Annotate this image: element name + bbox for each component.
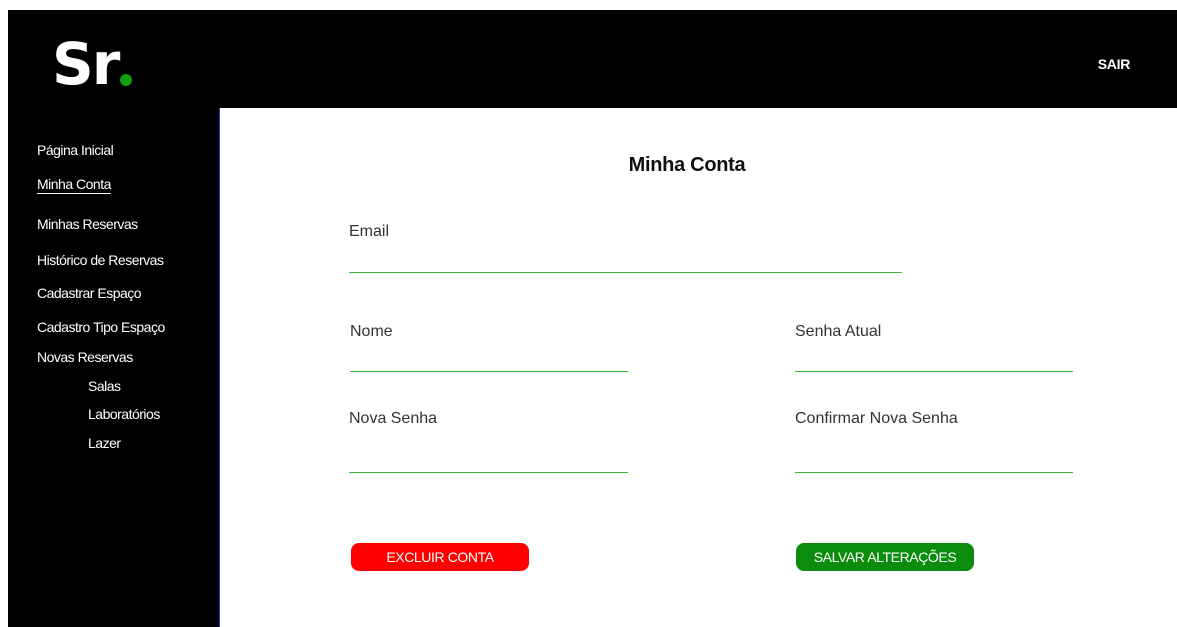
logo: Sr <box>52 24 133 104</box>
save-changes-button[interactable]: SALVAR ALTERAÇÕES <box>796 543 974 571</box>
confirm-password-field-group: Confirmar Nova Senha <box>795 410 1073 473</box>
app-frame: Sr SAIR Página Inicial Minha Conta Minha… <box>8 10 1177 627</box>
email-label: Email <box>349 223 390 240</box>
name-field-group: Nome <box>350 323 628 372</box>
sidebar-subitem-rooms[interactable]: Salas <box>88 378 121 394</box>
confirm-password-label: Confirmar Nova Senha <box>795 410 958 427</box>
current-password-field-group: Senha Atual <box>795 323 1073 372</box>
current-password-field[interactable] <box>795 347 1073 372</box>
sidebar-subitem-laboratories[interactable]: Laboratórios <box>88 406 160 422</box>
new-password-field[interactable] <box>349 448 628 473</box>
account-form-panel: Minha Conta Email Nome Senha Atual Nova … <box>220 108 1177 627</box>
logo-dot-icon <box>120 74 133 86</box>
logo-text: Sr <box>52 30 120 98</box>
sidebar-item-register-space-type[interactable]: Cadastro Tipo Espaço <box>37 319 165 335</box>
sidebar: Página Inicial Minha Conta Minhas Reserv… <box>8 108 220 627</box>
delete-account-button[interactable]: EXCLUIR CONTA <box>351 543 529 571</box>
confirm-password-field[interactable] <box>795 448 1073 473</box>
sidebar-item-register-space[interactable]: Cadastrar Espaço <box>37 285 142 301</box>
new-password-field-group: Nova Senha <box>349 410 628 473</box>
sidebar-subitem-leisure[interactable]: Lazer <box>88 435 121 451</box>
top-bar: Sr SAIR <box>8 10 1177 108</box>
email-field-group: Email <box>349 223 902 273</box>
sidebar-item-reservation-history[interactable]: Histórico de Reservas <box>37 252 164 268</box>
sidebar-item-home[interactable]: Página Inicial <box>37 142 114 158</box>
current-password-label: Senha Atual <box>795 323 882 340</box>
email-field[interactable] <box>349 248 902 273</box>
name-field[interactable] <box>350 347 628 372</box>
sidebar-item-my-reservations[interactable]: Minhas Reservas <box>37 216 138 232</box>
sidebar-item-my-account[interactable]: Minha Conta <box>37 176 111 192</box>
sidebar-item-new-reservations[interactable]: Novas Reservas <box>37 349 133 365</box>
page-title: Minha Conta <box>628 154 746 176</box>
logout-link[interactable]: SAIR <box>1098 56 1131 72</box>
name-label: Nome <box>350 323 393 340</box>
new-password-label: Nova Senha <box>349 410 438 427</box>
